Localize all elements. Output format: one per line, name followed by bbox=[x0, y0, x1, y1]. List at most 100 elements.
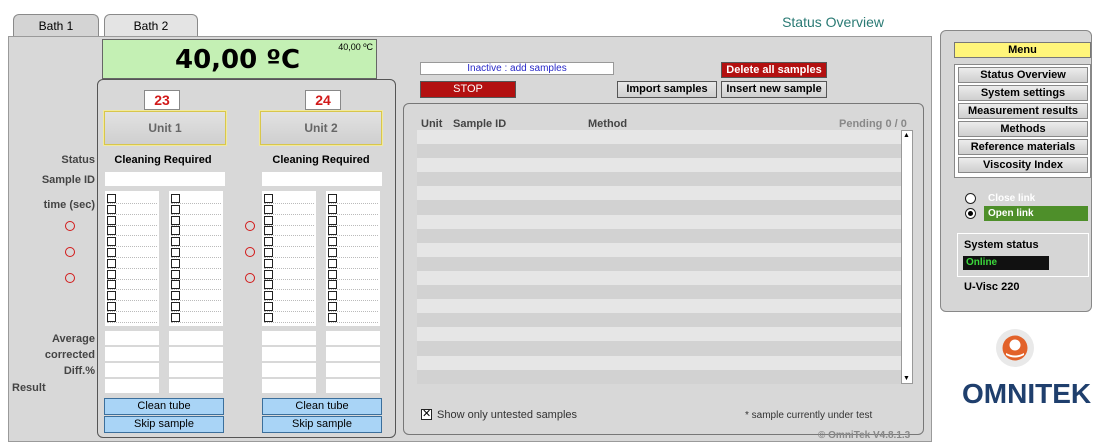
table-row[interactable] bbox=[417, 130, 901, 145]
time-checkbox[interactable] bbox=[264, 237, 273, 247]
time-checkbox[interactable] bbox=[328, 280, 337, 290]
time-checkbox[interactable] bbox=[107, 291, 116, 301]
time-checkbox[interactable] bbox=[328, 312, 337, 322]
time-checkbox[interactable] bbox=[328, 194, 337, 203]
time-checkbox[interactable] bbox=[171, 280, 180, 290]
untested-filter-checkbox[interactable]: ✕ bbox=[421, 409, 432, 420]
table-row[interactable] bbox=[417, 144, 901, 159]
time-checkbox[interactable] bbox=[264, 258, 273, 268]
table-row[interactable] bbox=[417, 313, 901, 328]
unit-2-button[interactable]: Unit 2 bbox=[259, 110, 383, 146]
time-checkbox[interactable] bbox=[171, 215, 180, 225]
time-checkbox[interactable] bbox=[107, 237, 116, 247]
unit-1-button[interactable]: Unit 1 bbox=[103, 110, 227, 146]
tab-bath-2[interactable]: Bath 2 bbox=[104, 14, 198, 37]
table-row[interactable] bbox=[417, 270, 901, 286]
close-link-radio[interactable] bbox=[965, 193, 976, 204]
time-row bbox=[171, 248, 221, 258]
table-row[interactable] bbox=[417, 299, 901, 314]
time-checkbox[interactable] bbox=[171, 291, 180, 301]
stop-button[interactable]: STOP bbox=[420, 81, 516, 98]
table-row[interactable] bbox=[417, 341, 901, 356]
time-checkbox[interactable] bbox=[264, 269, 273, 279]
unit-2-clean-tube-button[interactable]: Clean tube bbox=[262, 398, 382, 415]
table-row[interactable] bbox=[417, 285, 901, 300]
unit-1-sample-id-input[interactable] bbox=[105, 172, 225, 186]
insert-new-sample-button[interactable]: Insert new sample bbox=[721, 81, 827, 98]
time-checkbox[interactable] bbox=[264, 226, 273, 236]
time-checkbox[interactable] bbox=[107, 280, 116, 290]
time-checkbox[interactable] bbox=[171, 302, 180, 311]
unit-2-sample-id-input[interactable] bbox=[262, 172, 382, 186]
menu-item-measurement-results[interactable]: Measurement results bbox=[958, 103, 1088, 119]
time-checkbox[interactable] bbox=[107, 226, 116, 236]
import-samples-button[interactable]: Import samples bbox=[617, 81, 717, 98]
time-checkbox[interactable] bbox=[328, 215, 337, 225]
time-checkbox[interactable] bbox=[107, 248, 116, 257]
time-checkbox[interactable] bbox=[328, 248, 337, 257]
time-checkbox[interactable] bbox=[171, 312, 180, 322]
time-checkbox[interactable] bbox=[264, 204, 273, 214]
table-row[interactable] bbox=[417, 186, 901, 201]
time-checkbox[interactable] bbox=[171, 226, 180, 236]
table-row[interactable] bbox=[417, 200, 901, 215]
delete-all-samples-button[interactable]: Delete all samples bbox=[721, 62, 827, 78]
time-checkbox[interactable] bbox=[264, 291, 273, 301]
time-checkbox[interactable] bbox=[328, 291, 337, 301]
table-row[interactable] bbox=[417, 228, 901, 243]
time-checkbox[interactable] bbox=[264, 248, 273, 257]
table-row[interactable] bbox=[417, 327, 901, 342]
time-checkbox[interactable] bbox=[171, 248, 180, 257]
time-checkbox[interactable] bbox=[171, 258, 180, 268]
time-checkbox[interactable] bbox=[171, 237, 180, 247]
time-row bbox=[107, 291, 157, 302]
table-row[interactable] bbox=[417, 369, 901, 384]
time-checkbox[interactable] bbox=[264, 194, 273, 203]
menu-item-reference-materials[interactable]: Reference materials bbox=[958, 139, 1088, 155]
unit-1-corrected-field bbox=[105, 347, 159, 361]
menu-item-methods[interactable]: Methods bbox=[958, 121, 1088, 137]
time-checkbox[interactable] bbox=[328, 237, 337, 247]
time-checkbox[interactable] bbox=[264, 280, 273, 290]
time-checkbox[interactable] bbox=[328, 226, 337, 236]
time-checkbox[interactable] bbox=[264, 215, 273, 225]
menu-item-system-settings[interactable]: System settings bbox=[958, 85, 1088, 101]
time-checkbox[interactable] bbox=[107, 215, 116, 225]
column-header-unit: Unit bbox=[421, 118, 443, 130]
time-checkbox[interactable] bbox=[328, 269, 337, 279]
open-link-radio[interactable] bbox=[965, 208, 976, 219]
menu-item-viscosity-index[interactable]: Viscosity Index bbox=[958, 157, 1088, 173]
tab-bath-1[interactable]: Bath 1 bbox=[13, 14, 99, 37]
unit-1-skip-sample-button[interactable]: Skip sample bbox=[104, 416, 224, 433]
time-checkbox[interactable] bbox=[107, 258, 116, 268]
time-checkbox[interactable] bbox=[328, 302, 337, 311]
scroll-up-arrow-icon[interactable]: ▲ bbox=[903, 132, 910, 139]
unit-2-indicator-circle bbox=[245, 247, 255, 257]
table-row[interactable] bbox=[417, 242, 901, 257]
time-checkbox[interactable] bbox=[107, 204, 116, 214]
time-checkbox[interactable] bbox=[107, 312, 116, 322]
time-checkbox[interactable] bbox=[264, 312, 273, 322]
unit-1-clean-tube-button[interactable]: Clean tube bbox=[104, 398, 224, 415]
time-checkbox[interactable] bbox=[264, 302, 273, 311]
unit-2-skip-sample-button[interactable]: Skip sample bbox=[262, 416, 382, 433]
time-checkbox[interactable] bbox=[328, 258, 337, 268]
table-row[interactable] bbox=[417, 355, 901, 370]
time-checkbox[interactable] bbox=[328, 204, 337, 214]
time-row bbox=[107, 215, 157, 226]
scroll-down-arrow-icon[interactable]: ▼ bbox=[903, 375, 910, 382]
menu-title: Menu bbox=[954, 42, 1091, 58]
time-checkbox[interactable] bbox=[171, 269, 180, 279]
table-row[interactable] bbox=[417, 256, 901, 271]
time-checkbox[interactable] bbox=[107, 194, 116, 203]
table-row[interactable] bbox=[417, 214, 901, 229]
time-checkbox[interactable] bbox=[171, 204, 180, 214]
table-row[interactable] bbox=[417, 158, 901, 173]
sample-table-scrollbar[interactable]: ▲ ▼ bbox=[901, 130, 913, 384]
table-row[interactable] bbox=[417, 172, 901, 187]
menu-item-status-overview[interactable]: Status Overview bbox=[958, 67, 1088, 83]
time-checkbox[interactable] bbox=[107, 302, 116, 311]
time-checkbox[interactable] bbox=[171, 194, 180, 203]
time-row bbox=[171, 302, 221, 312]
time-checkbox[interactable] bbox=[107, 269, 116, 279]
